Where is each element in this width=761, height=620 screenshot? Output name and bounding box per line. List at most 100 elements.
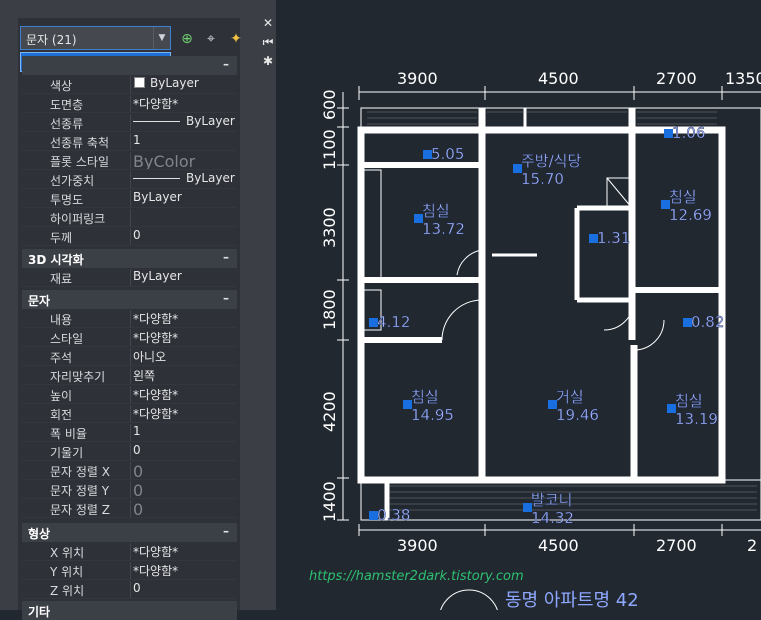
property-value-text: ByColor — [133, 152, 196, 169]
property-row[interactable]: 스타일 *다양함* — [22, 328, 237, 347]
section-misc[interactable]: 기타 — [22, 601, 237, 620]
property-row[interactable]: X 위치 *다양함* — [22, 542, 237, 561]
room-area-label[interactable]: 13.72 — [422, 220, 465, 238]
section-general[interactable]: – — [22, 56, 237, 75]
property-row[interactable]: 두께 0 — [22, 227, 237, 246]
chevron-down-icon[interactable]: ▼ — [153, 27, 170, 49]
property-row[interactable]: 선종류 축척 1 — [22, 132, 237, 151]
room-name-label[interactable]: 발코니 — [531, 491, 573, 509]
close-icon[interactable]: ✕ — [261, 16, 275, 30]
property-row[interactable]: 높이 *다양함* — [22, 385, 237, 404]
room-area-label[interactable]: 14.32 — [531, 509, 574, 527]
room-area-label[interactable]: 5.05 — [431, 145, 465, 163]
property-value-text: 1 — [133, 133, 141, 147]
section-text[interactable]: 문자 – — [22, 290, 237, 309]
property-row[interactable]: 도면층 *다양함* — [22, 94, 237, 113]
property-value[interactable]: *다양함* — [130, 405, 240, 422]
property-label: 플롯 스타일 — [50, 155, 110, 169]
toggle-pickadd-icon[interactable]: ⊕ — [178, 30, 196, 48]
quick-select-icon[interactable]: ✦ — [227, 30, 245, 48]
property-row[interactable]: 문자 정렬 Y 0 — [22, 480, 237, 499]
property-row[interactable]: 투명도 ByLayer — [22, 189, 237, 208]
property-row[interactable]: 선가중치 ByLayer — [22, 170, 237, 189]
property-row[interactable]: 주석 아니오 — [22, 347, 237, 366]
room-area-label[interactable]: 14.95 — [411, 406, 454, 424]
room-area-label[interactable]: 0.38 — [377, 506, 411, 524]
property-row[interactable]: Z 위치 0 — [22, 580, 237, 599]
property-label: 문자 정렬 X — [50, 465, 111, 479]
property-value[interactable]: 0 — [130, 462, 240, 479]
property-row[interactable]: 자리맞추기 왼쪽 — [22, 366, 237, 385]
property-label: X 위치 — [50, 546, 85, 560]
auto-hide-icon[interactable]: ⏮ — [261, 35, 275, 49]
room-area-label[interactable]: 0.82 — [691, 313, 725, 331]
property-value[interactable]: *다양함* — [130, 562, 240, 579]
property-value[interactable]: 아니오 — [130, 348, 240, 365]
property-row[interactable]: 내용 *다양함* — [22, 309, 237, 328]
room-area-label[interactable]: 15.70 — [521, 170, 564, 188]
property-row[interactable]: 색상 ByLayer — [22, 75, 237, 94]
floor-plan[interactable]: 5.05 주방/식당15.701.06침실13.72침실12.691.314.12… — [277, 0, 761, 620]
property-value[interactable]: *다양함* — [130, 386, 240, 403]
room-name-label[interactable]: 주방/식당 — [521, 152, 582, 170]
property-value[interactable]: ByLayer — [130, 190, 240, 207]
room-name-label[interactable]: 거실 — [556, 388, 584, 406]
property-value[interactable]: 1 — [130, 133, 240, 150]
room-name-label[interactable]: 침실 — [422, 202, 450, 220]
room-name-label[interactable]: 침실 — [411, 388, 439, 406]
collapse-icon[interactable]: – — [223, 291, 229, 305]
room-name-label[interactable]: 침실 — [675, 392, 703, 410]
property-value[interactable]: ByLayer — [130, 269, 240, 286]
collapse-icon[interactable]: – — [223, 524, 229, 538]
property-row[interactable]: 문자 정렬 Z 0 — [22, 499, 237, 518]
section-title: 기타 — [28, 605, 51, 619]
property-value[interactable]: 0 — [130, 581, 240, 598]
room-area-label[interactable]: 13.19 — [675, 410, 718, 428]
property-value[interactable]: 왼쪽 — [130, 367, 240, 384]
properties-menu-icon[interactable]: ✱ — [261, 54, 275, 68]
room-area-label[interactable]: 19.46 — [556, 406, 599, 424]
property-row[interactable]: 회전 *다양함* — [22, 404, 237, 423]
collapse-icon[interactable]: – — [223, 250, 229, 264]
property-value[interactable]: 1 — [130, 424, 240, 441]
property-value[interactable]: ByColor — [130, 152, 240, 169]
room-area-label[interactable]: 4.12 — [377, 313, 411, 331]
room-area-label[interactable]: 1.06 — [672, 124, 706, 142]
object-type-dropdown[interactable]: 문자 (21) ▼ — [20, 26, 171, 50]
property-label: 주석 — [50, 351, 73, 365]
property-value[interactable]: ByLayer — [130, 114, 240, 131]
property-value[interactable]: 0 — [130, 481, 240, 498]
section-geometry[interactable]: 형상 – — [22, 523, 237, 542]
property-value[interactable]: 0 — [130, 500, 240, 517]
property-row[interactable]: 하이퍼링크 — [22, 208, 237, 227]
property-row[interactable]: Y 위치 *다양함* — [22, 561, 237, 580]
property-value[interactable]: *다양함* — [130, 310, 240, 327]
property-value[interactable]: ByLayer — [130, 76, 240, 93]
property-value[interactable]: *다양함* — [130, 329, 240, 346]
room-area-label[interactable]: 12.69 — [669, 206, 712, 224]
property-row[interactable]: 재료 ByLayer — [22, 268, 237, 287]
property-value[interactable]: 0 — [130, 228, 240, 245]
property-value-text: ByLayer — [186, 114, 235, 128]
property-row[interactable]: 폭 비율 1 — [22, 423, 237, 442]
property-value[interactable]: ByLayer — [130, 171, 240, 188]
property-row[interactable]: 선종류 ByLayer — [22, 113, 237, 132]
property-value[interactable] — [130, 209, 240, 226]
section-3d-visualization[interactable]: 3D 시각화 – — [22, 249, 237, 268]
drawing-canvas[interactable]: 5.05 주방/식당 15.70 1.06 침실 13.72 침실 12.69 1.31 4.12… — [277, 0, 761, 620]
room-name-label[interactable]: 침실 — [669, 188, 697, 206]
property-label: 선종류 — [50, 117, 84, 131]
property-value[interactable]: 0 — [130, 443, 240, 460]
property-value[interactable]: *다양함* — [130, 543, 240, 560]
property-value[interactable]: *다양함* — [130, 95, 240, 112]
property-row[interactable]: 문자 정렬 X 0 — [22, 461, 237, 480]
collapse-icon[interactable]: – — [223, 57, 229, 71]
room-area-label[interactable]: 1.31 — [597, 229, 631, 247]
dim-bottom-label: 2700 — [656, 536, 697, 555]
property-row[interactable]: 기울기 0 — [22, 442, 237, 461]
property-row[interactable]: 플롯 스타일 ByColor — [22, 151, 237, 170]
dim-top-label: 1350 — [725, 69, 761, 88]
property-label: 두께 — [50, 231, 73, 245]
dim-top-label: 4500 — [538, 69, 579, 88]
select-objects-icon[interactable]: ⌖ — [202, 30, 220, 48]
